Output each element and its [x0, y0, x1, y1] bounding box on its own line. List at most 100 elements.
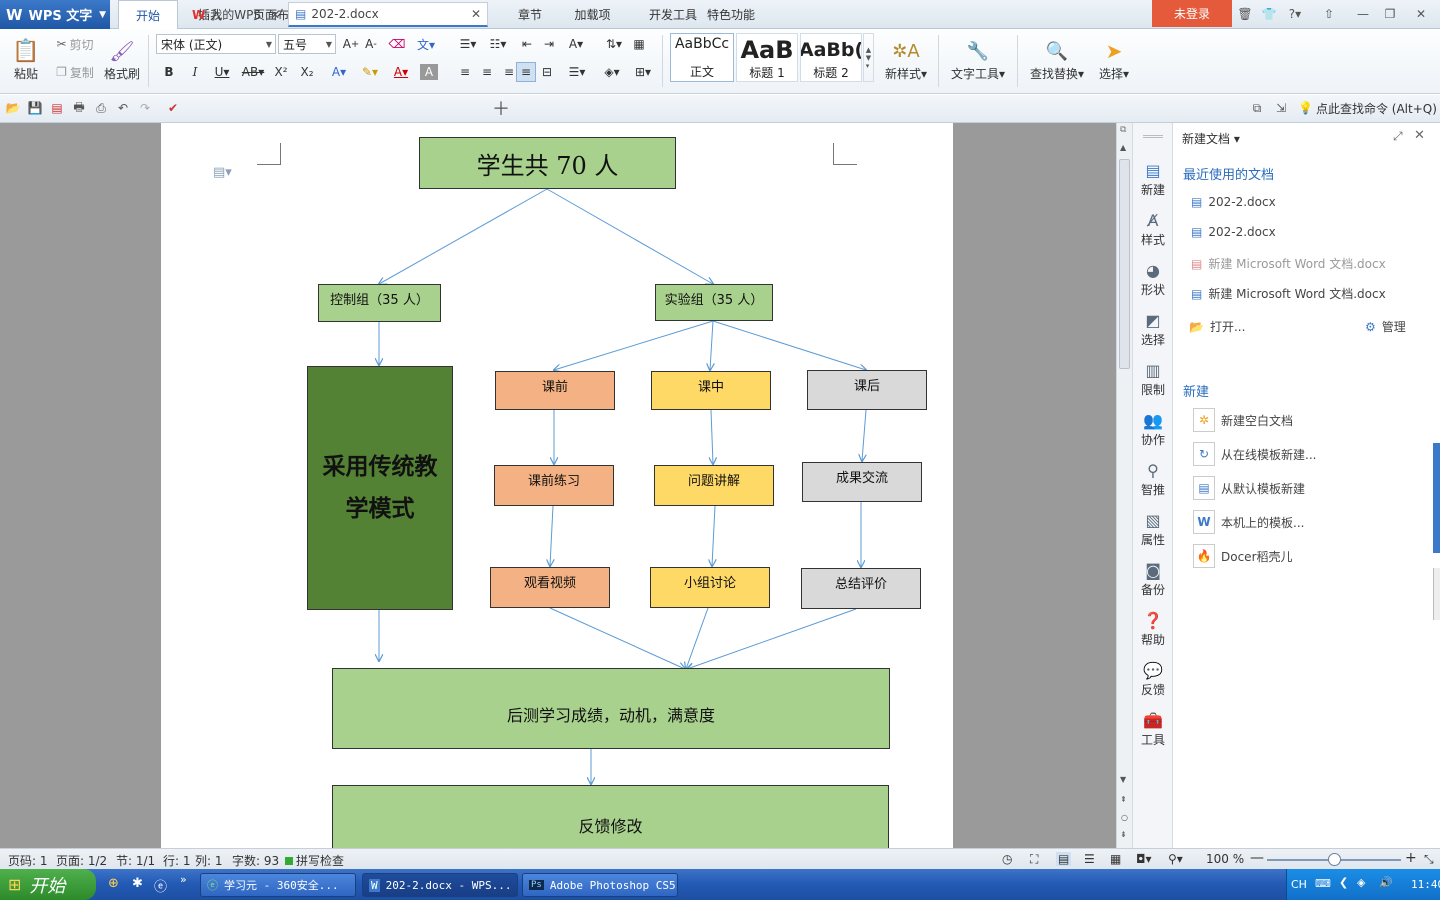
sidebar-item-feedback[interactable]: 💬 反馈 [1133, 661, 1173, 698]
sidebar-item-shapes[interactable]: ◕ 形状 [1133, 261, 1173, 298]
quicklaunch-more-icon[interactable]: » [180, 873, 187, 886]
close-tab-icon[interactable]: ✕ [270, 8, 280, 22]
login-button[interactable]: 未登录 [1152, 0, 1232, 27]
customize-quickbar-icon[interactable]: ✔ [164, 99, 182, 117]
zoom-level[interactable]: 100 % [1206, 852, 1244, 866]
sidebar-item-help[interactable]: ❓ 帮助 [1133, 611, 1173, 648]
prev-page-icon[interactable]: ⇞ [1120, 795, 1127, 804]
after-class-box[interactable]: 课后 [807, 370, 927, 410]
command-search[interactable]: 💡 点此查找命令 (Alt+Q) [1298, 99, 1437, 117]
find-replace-button[interactable]: 🔍 查找替换▾ [1024, 32, 1090, 82]
increase-indent-icon[interactable]: ⇥ [540, 34, 558, 54]
spellcheck-toggle[interactable]: 拼写检查 [285, 852, 344, 869]
outline-view-icon[interactable]: ☰ [1084, 852, 1095, 866]
new-tab-icon[interactable]: ＋ [492, 99, 510, 120]
floating-widget[interactable] [1433, 568, 1440, 620]
restore-icon[interactable]: ❐ [1381, 5, 1399, 23]
sidebar-item-restrict[interactable]: ▥ 限制 [1133, 361, 1173, 398]
manage-link[interactable]: ⚙ 管理 [1365, 318, 1406, 335]
status-pages[interactable]: 页面: 1/2 [56, 852, 107, 869]
style-normal[interactable]: AaBbCc 正文 [670, 33, 734, 82]
traditional-teaching-box[interactable]: 采用传统教学模式 [307, 366, 453, 610]
align-center-icon[interactable]: ≡ [478, 62, 496, 82]
scroll-up-icon[interactable]: ▲ [1120, 143, 1126, 152]
shrink-font-icon[interactable]: A- [362, 34, 380, 54]
tab-section[interactable]: 章节 [505, 0, 555, 29]
sidebar-item-recommend[interactable]: ⚲ 智推 [1133, 461, 1173, 498]
pre-class-practice-box[interactable]: 课前练习 [494, 465, 614, 506]
undo-icon[interactable]: ↶ [114, 99, 132, 117]
tab-document[interactable]: ▤ 202-2.docx ✕ [288, 2, 488, 27]
taskbar-item-photoshop[interactable]: Ps Adobe Photoshop CS5 [522, 873, 678, 897]
pre-class-box[interactable]: 课前 [495, 371, 615, 410]
zoom-in-icon[interactable]: + [1405, 850, 1417, 866]
table-grid-icon[interactable]: ▦ [630, 34, 648, 54]
status-section[interactable]: 节: 1/1 [116, 852, 155, 869]
justify-icon[interactable]: ≡ [516, 62, 536, 82]
fullscreen-icon[interactable]: ⛶ [1030, 852, 1038, 867]
char-shading-icon[interactable]: A [420, 64, 438, 80]
close-icon[interactable]: ✕ [1412, 5, 1430, 23]
ime-indicator[interactable]: CH [1291, 878, 1307, 891]
taskbar-item-wps[interactable]: W 202-2.docx - WPS... [362, 873, 518, 897]
start-button[interactable]: ⊞ 开始 [0, 869, 96, 900]
total-students-box[interactable]: 学生共 70 人 [419, 137, 676, 189]
pane-collapse-tab[interactable] [1433, 443, 1440, 553]
subscript-icon[interactable]: X₂ [298, 62, 316, 82]
page-view-icon[interactable]: ▤ [1056, 852, 1072, 866]
control-group-box[interactable]: 控制组（35 人） [318, 284, 441, 322]
sort-icon[interactable]: ⇅▾ [600, 34, 628, 54]
paste-button[interactable]: 📋 粘贴 [4, 32, 48, 82]
tab-home[interactable]: 开始 [118, 0, 178, 30]
quicklaunch-icon[interactable]: ⓔ [154, 876, 167, 895]
minimize-icon[interactable]: — [1354, 5, 1372, 23]
paragraph-shading-icon[interactable]: ◈▾ [598, 62, 626, 82]
text-tools-button[interactable]: 🔧 文字工具▾ [946, 32, 1010, 82]
pane-close-icon[interactable]: ✕ [1414, 128, 1425, 143]
recent-file-missing[interactable]: ▤ 新建 Microsoft Word 文档.docx [1191, 255, 1386, 272]
taskbar-item-browser[interactable]: ⓔ 学习元 - 360安全... [200, 873, 356, 897]
sync-icon[interactable]: ⧉ [1248, 99, 1266, 117]
quicklaunch-icon[interactable]: ⊕ [108, 876, 119, 891]
save-icon[interactable]: 💾 [26, 99, 44, 117]
font-name-select[interactable]: 宋体 (正文) ▼ [156, 34, 276, 54]
status-row[interactable]: 行: 1 [163, 852, 191, 869]
scroll-down-icon[interactable]: ▼ [1120, 775, 1126, 784]
align-left-icon[interactable]: ≡ [456, 62, 474, 82]
print-preview-icon[interactable]: ⎙ [92, 99, 110, 117]
sidebar-item-select[interactable]: ◩ 选择 [1133, 311, 1173, 348]
numbering-icon[interactable]: ☷▾ [484, 34, 512, 54]
volume-icon[interactable]: 🔊 [1379, 876, 1393, 889]
problem-explain-box[interactable]: 问题讲解 [654, 465, 774, 506]
help-icon[interactable]: ?▾ [1284, 5, 1306, 23]
sidebar-item-styles[interactable]: A̸ 样式 [1133, 211, 1173, 248]
close-tab-icon[interactable]: ✕ [471, 7, 481, 21]
copy-button[interactable]: ❐ 复制 [52, 62, 98, 82]
tab-features[interactable]: 特色功能 [700, 0, 762, 29]
vertical-scrollbar[interactable]: ⧉ ▲ ▼ ⇞ ○ ⇟ [1116, 123, 1132, 848]
clock[interactable]: 11:40 [1411, 878, 1440, 891]
select-button[interactable]: ➤ 选择▾ [1092, 32, 1136, 82]
package-icon[interactable]: ◈ [1357, 876, 1365, 889]
status-page[interactable]: 页码: 1 [8, 852, 48, 869]
text-effect-icon[interactable]: A▾ [326, 62, 352, 82]
status-col[interactable]: 列: 1 [195, 852, 223, 869]
export-pdf-icon[interactable]: ▤ [48, 99, 66, 117]
bullets-icon[interactable]: ☰▾ [454, 34, 482, 54]
trash-icon[interactable]: 🗑 [1236, 5, 1254, 23]
document-page[interactable]: ▤▾ 学生共 70 人 控制组（35 人） 实验组（35 人） 采用传统教学模式… [161, 123, 953, 848]
style-heading-1[interactable]: AaB 标题 1 [736, 33, 798, 82]
style-gallery-scroll[interactable]: ▲ ▼ ▾ [863, 33, 874, 82]
style-heading-2[interactable]: AaBb( 标题 2 [800, 33, 862, 82]
new-style-button[interactable]: ✲A 新样式▾ [880, 32, 932, 82]
in-class-box[interactable]: 课中 [651, 371, 771, 410]
quicklaunch-icon[interactable]: ✱ [132, 876, 143, 891]
docer-link[interactable]: 🔥 Docer稻壳儿 [1193, 544, 1293, 568]
print-icon[interactable]: 🖶 [70, 99, 88, 117]
highlight-icon[interactable]: ✎▾ [356, 62, 384, 82]
font-color-icon[interactable]: A▾ [388, 62, 414, 82]
back-arrow-icon[interactable]: ❮ [1339, 876, 1348, 889]
text-direction-icon[interactable]: A▾ [562, 34, 590, 54]
sidebar-item-collaborate[interactable]: 👥 协作 [1133, 411, 1173, 448]
result-share-box[interactable]: 成果交流 [802, 462, 922, 502]
